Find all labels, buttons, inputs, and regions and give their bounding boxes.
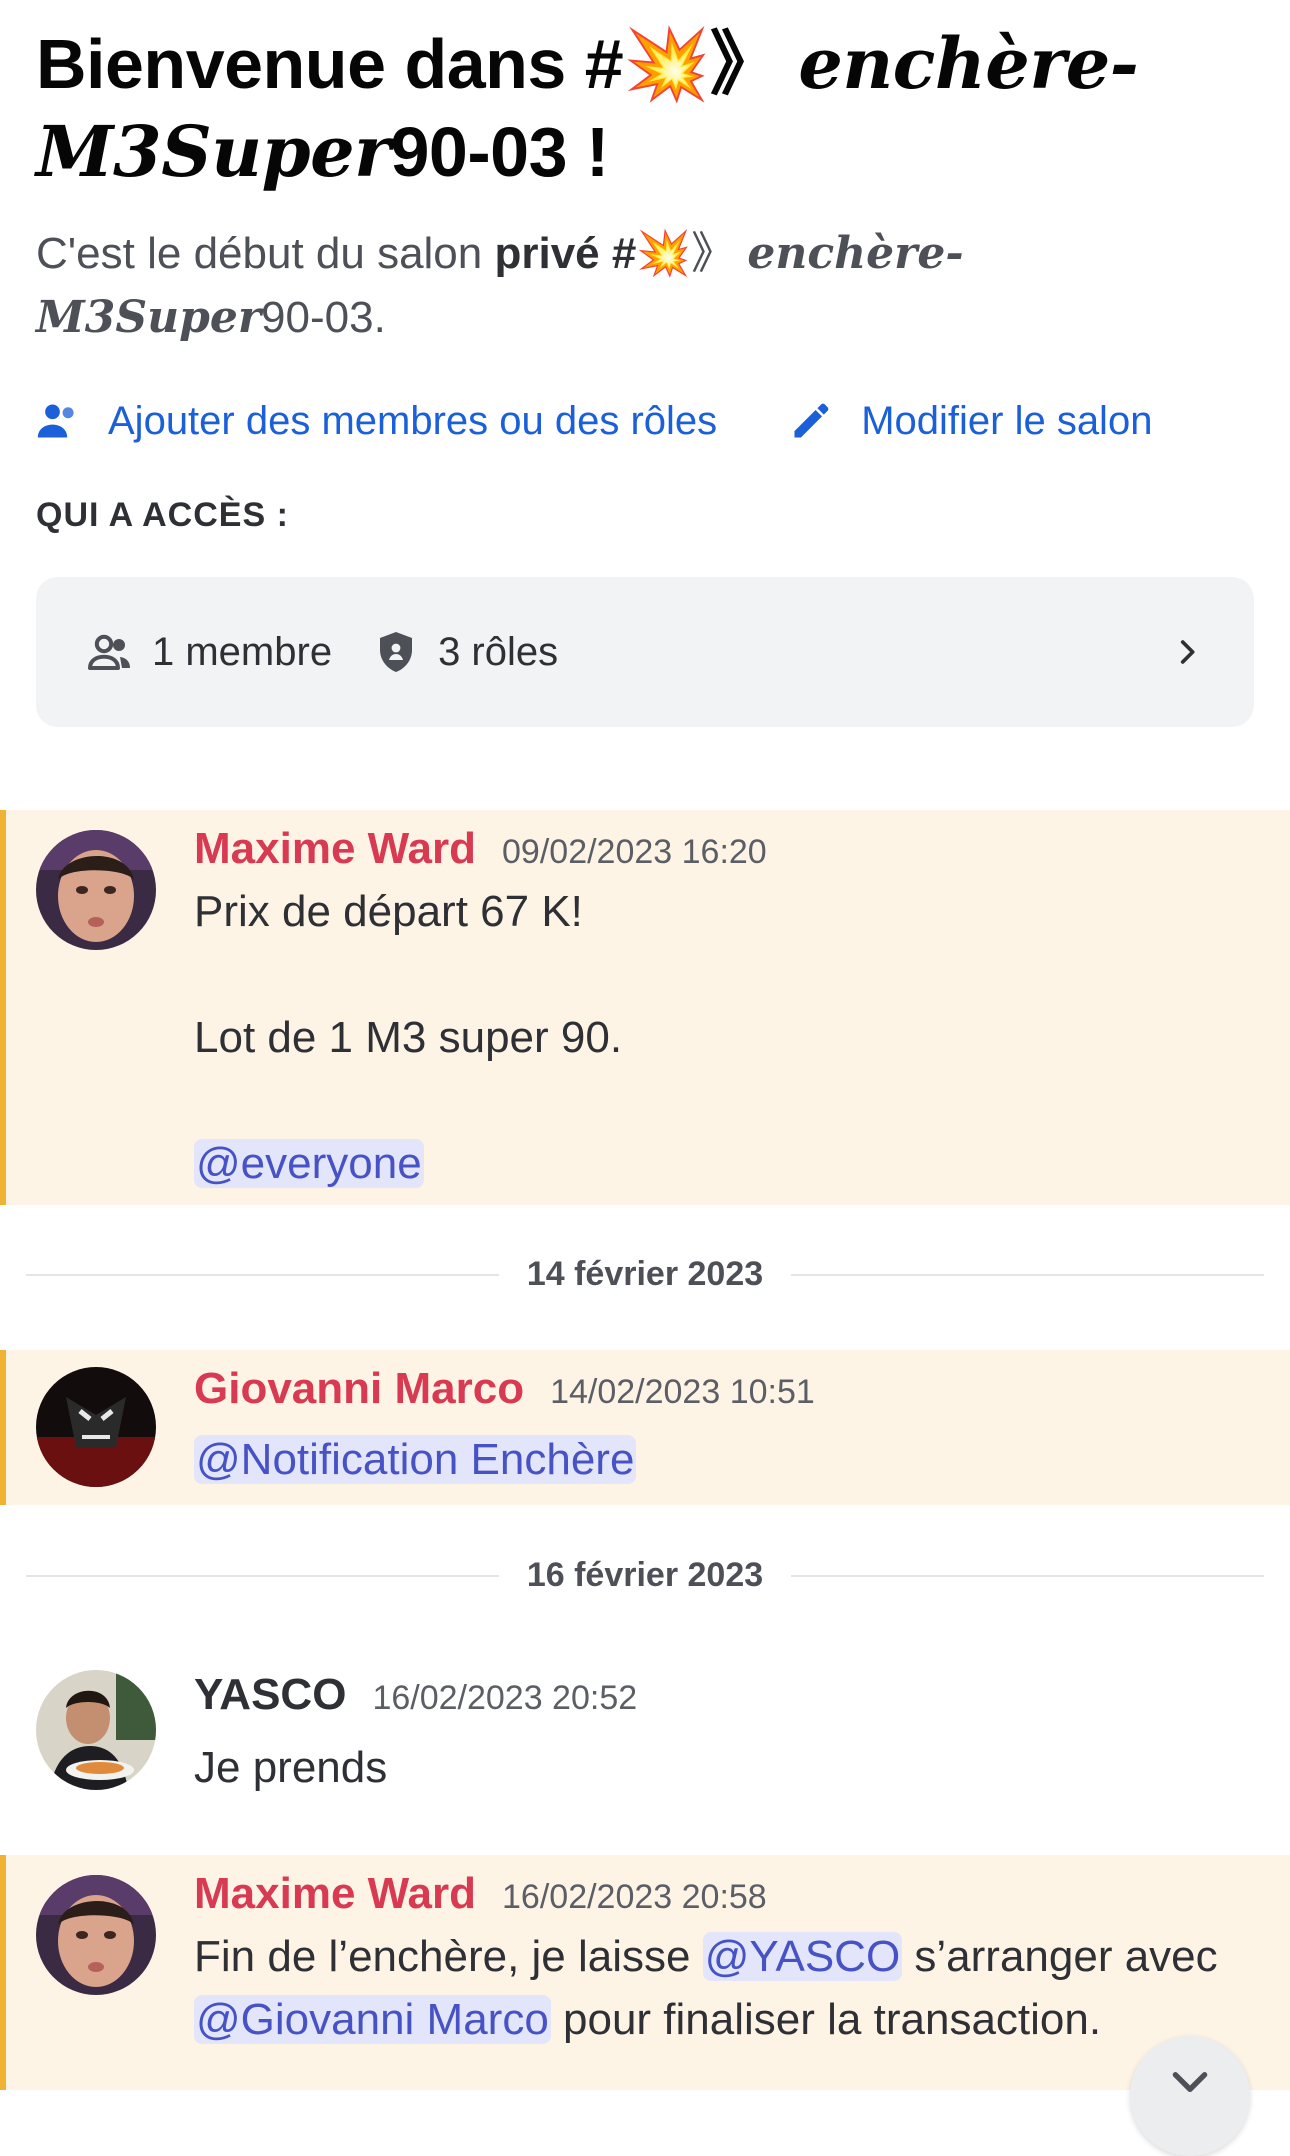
pencil-icon — [794, 403, 829, 438]
channel-header: Bienvenue dans #💥》 enchère- M3Super90-03 … — [0, 0, 1290, 727]
roles-count: 3 rôles — [438, 629, 559, 674]
message-body: Prix de départ 67 K! Lot de 1 M3 super 9… — [194, 880, 622, 1195]
mention-user-giovanni[interactable]: @Giovanni Marco — [194, 1995, 551, 2044]
message-body: @Notification Enchère — [194, 1428, 637, 1491]
message-body: Fin de l’enchère, je laisse @YASCO s’arr… — [194, 1932, 1218, 2044]
scroll-to-bottom-button[interactable] — [1130, 2036, 1250, 2156]
message-item[interactable]: YASCO 16/02/2023 20:52 Je prends — [0, 1650, 1290, 1820]
date-divider: 14 février 2023 — [26, 1255, 1264, 1294]
message-timestamp: 16/02/2023 20:58 — [502, 1878, 767, 1916]
message-timestamp: 16/02/2023 20:52 — [372, 1679, 638, 1717]
author-name[interactable]: Maxime Ward — [194, 1869, 476, 1919]
avatar[interactable] — [36, 830, 156, 950]
channel-actions: Ajouter des membres ou des rôles Modifie… — [36, 396, 1254, 446]
message-item[interactable]: Giovanni Marco 14/02/2023 10:51 @Notific… — [0, 1350, 1290, 1505]
mention-role[interactable]: @Notification Enchère — [194, 1435, 637, 1484]
message-item[interactable]: Maxime Ward 09/02/2023 16:20 Prix de dép… — [0, 810, 1290, 1205]
explosion-emoji-icon: 💥 — [636, 229, 692, 278]
shield-icon — [380, 632, 413, 672]
edit-channel-label: Modifier le salon — [861, 398, 1153, 443]
author-name[interactable]: Giovanni Marco — [194, 1364, 524, 1414]
members-count: 1 membre — [152, 629, 333, 674]
person-add-icon — [37, 404, 74, 438]
explosion-emoji-icon: 💥 — [623, 25, 710, 103]
channel-welcome-title: Bienvenue dans #💥》 enchère- M3Super90-03 … — [36, 22, 1139, 193]
mention-user-yasco[interactable]: @YASCO — [702, 1932, 903, 1981]
channel-intro-text: C'est le début du salon privé #💥》 enchèr… — [36, 228, 964, 343]
date-divider: 16 février 2023 — [26, 1556, 1264, 1595]
access-section-label: QUI A ACCÈS : — [36, 496, 289, 534]
divider-date: 14 février 2023 — [526, 1255, 764, 1293]
author-name[interactable]: YASCO — [194, 1670, 346, 1720]
add-members-label: Ajouter des membres ou des rôles — [108, 398, 718, 443]
avatar[interactable] — [36, 1875, 156, 1995]
chevron-down-icon — [1172, 2072, 1208, 2093]
avatar[interactable] — [36, 1367, 156, 1487]
message-line: Lot de 1 M3 super 90. — [194, 1013, 623, 1062]
access-card[interactable]: 1 membre 3 rôles — [36, 577, 1254, 727]
message-item[interactable]: Maxime Ward 16/02/2023 20:58 Fin de l’en… — [0, 1855, 1290, 2090]
mention-everyone[interactable]: @everyone — [194, 1139, 424, 1188]
add-members-button[interactable]: Ajouter des membres ou des rôles — [36, 399, 717, 444]
edit-channel-button[interactable]: Modifier le salon — [789, 399, 1152, 444]
avatar[interactable] — [36, 1670, 156, 1790]
message-timestamp: 14/02/2023 10:51 — [550, 1373, 815, 1411]
chevron-right-icon — [1180, 640, 1195, 664]
message-body: Je prends — [194, 1736, 387, 1799]
author-name[interactable]: Maxime Ward — [194, 824, 476, 874]
message-line: Prix de départ 67 K! — [194, 887, 583, 936]
message-line: Je prends — [194, 1743, 388, 1792]
message-timestamp: 09/02/2023 16:20 — [502, 833, 767, 871]
divider-date: 16 février 2023 — [526, 1556, 764, 1594]
people-icon — [88, 634, 130, 670]
